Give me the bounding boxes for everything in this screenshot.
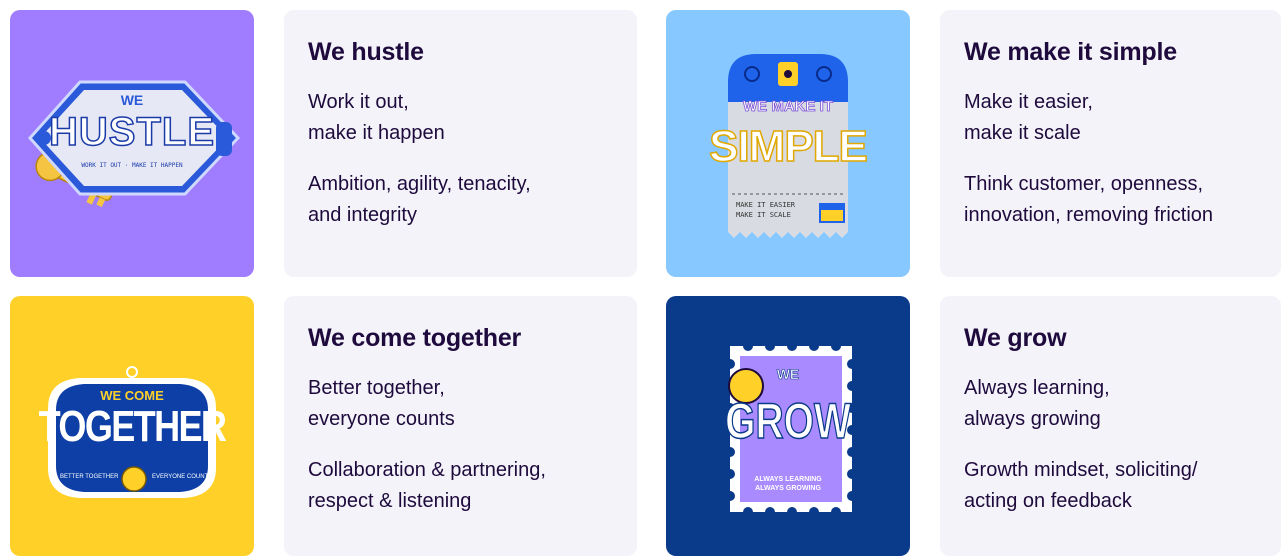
grow-badge-big: GROW <box>725 392 852 450</box>
card-values: Think customer, openness, innovation, re… <box>964 169 1257 231</box>
card-motto-line: Always learning, <box>964 377 1110 399</box>
card-motto-line: everyone counts <box>308 408 455 430</box>
simple-badge-tagline-2: MAKE IT SCALE <box>736 211 791 219</box>
simple-badge-big: SIMPLE <box>708 121 868 172</box>
together-image-tile: WE COME TOGETHER BETTER TOGETHER EVERYON… <box>10 296 254 556</box>
card-motto: Better together, everyone counts <box>308 373 613 435</box>
grow-badge-small: WE <box>776 366 800 383</box>
card-values: Collaboration & partnering, respect & li… <box>308 455 613 517</box>
hustle-badge-big: HUSTLE <box>48 109 215 155</box>
card-motto: Always learning, always growing <box>964 373 1257 435</box>
together-badge-tagline-2: EVERYONE COUNTS <box>152 474 213 480</box>
card-values-line: innovation, removing friction <box>964 204 1214 226</box>
card-we-hustle: We hustle Work it out, make it happen Am… <box>284 10 637 277</box>
card-values-line: and integrity <box>308 204 417 226</box>
card-values: Ambition, agility, tenacity, and integri… <box>308 169 613 231</box>
card-values-line: Collaboration & partnering, <box>308 459 546 481</box>
card-motto-line: Better together, <box>308 377 445 399</box>
hustle-badge-tagline: WORK IT OUT · MAKE IT HAPPEN <box>81 162 183 169</box>
card-values-line: Ambition, agility, tenacity, <box>308 173 531 195</box>
card-values-line: respect & listening <box>308 490 472 512</box>
card-title: We hustle <box>308 38 424 66</box>
card-motto-line: always growing <box>964 408 1101 430</box>
card-values-line: Growth mindset, soliciting/ <box>964 459 1198 481</box>
card-motto: Make it easier, make it scale <box>964 87 1257 149</box>
card-values: Growth mindset, soliciting/ acting on fe… <box>964 455 1257 517</box>
card-motto: Work it out, make it happen <box>308 87 613 149</box>
card-title: We grow <box>964 324 1067 352</box>
card-title: We make it simple <box>964 38 1177 66</box>
together-badge-small: WE COME <box>100 388 164 403</box>
hustle-badge-small: WE <box>120 92 144 108</box>
card-motto-line: Work it out, <box>308 91 409 113</box>
card-values-line: acting on feedback <box>964 490 1132 512</box>
grow-badge-tagline-2: ALWAYS GROWING <box>755 485 821 492</box>
card-we-come-together: We come together Better together, everyo… <box>284 296 637 556</box>
card-we-make-it-simple: We make it simple Make it easier, make i… <box>940 10 1281 277</box>
together-badge-big: TOGETHER <box>38 402 227 451</box>
simple-image-tile: WE MAKE IT SIMPLE MAKE IT EASIER MAKE IT… <box>666 10 910 277</box>
grow-image-tile: WE GROW ALWAYS LEARNING ALWAYS GROWING <box>666 296 910 556</box>
together-badge-tagline-1: BETTER TOGETHER <box>60 474 119 480</box>
card-we-grow: We grow Always learning, always growing … <box>940 296 1281 556</box>
simple-badge-tagline-1: MAKE IT EASIER <box>736 201 796 209</box>
card-values-line: Think customer, openness, <box>964 173 1204 195</box>
simple-badge-small: WE MAKE IT <box>743 98 834 116</box>
grow-badge-tagline-1: ALWAYS LEARNING <box>754 476 822 483</box>
card-motto-line: Make it easier, <box>964 91 1093 113</box>
card-title: We come together <box>308 324 522 352</box>
card-motto-line: make it scale <box>964 122 1081 144</box>
hustle-image-tile: WE HUSTLE WORK IT OUT · MAKE IT HAPPEN <box>10 10 254 277</box>
card-motto-line: make it happen <box>308 122 445 144</box>
